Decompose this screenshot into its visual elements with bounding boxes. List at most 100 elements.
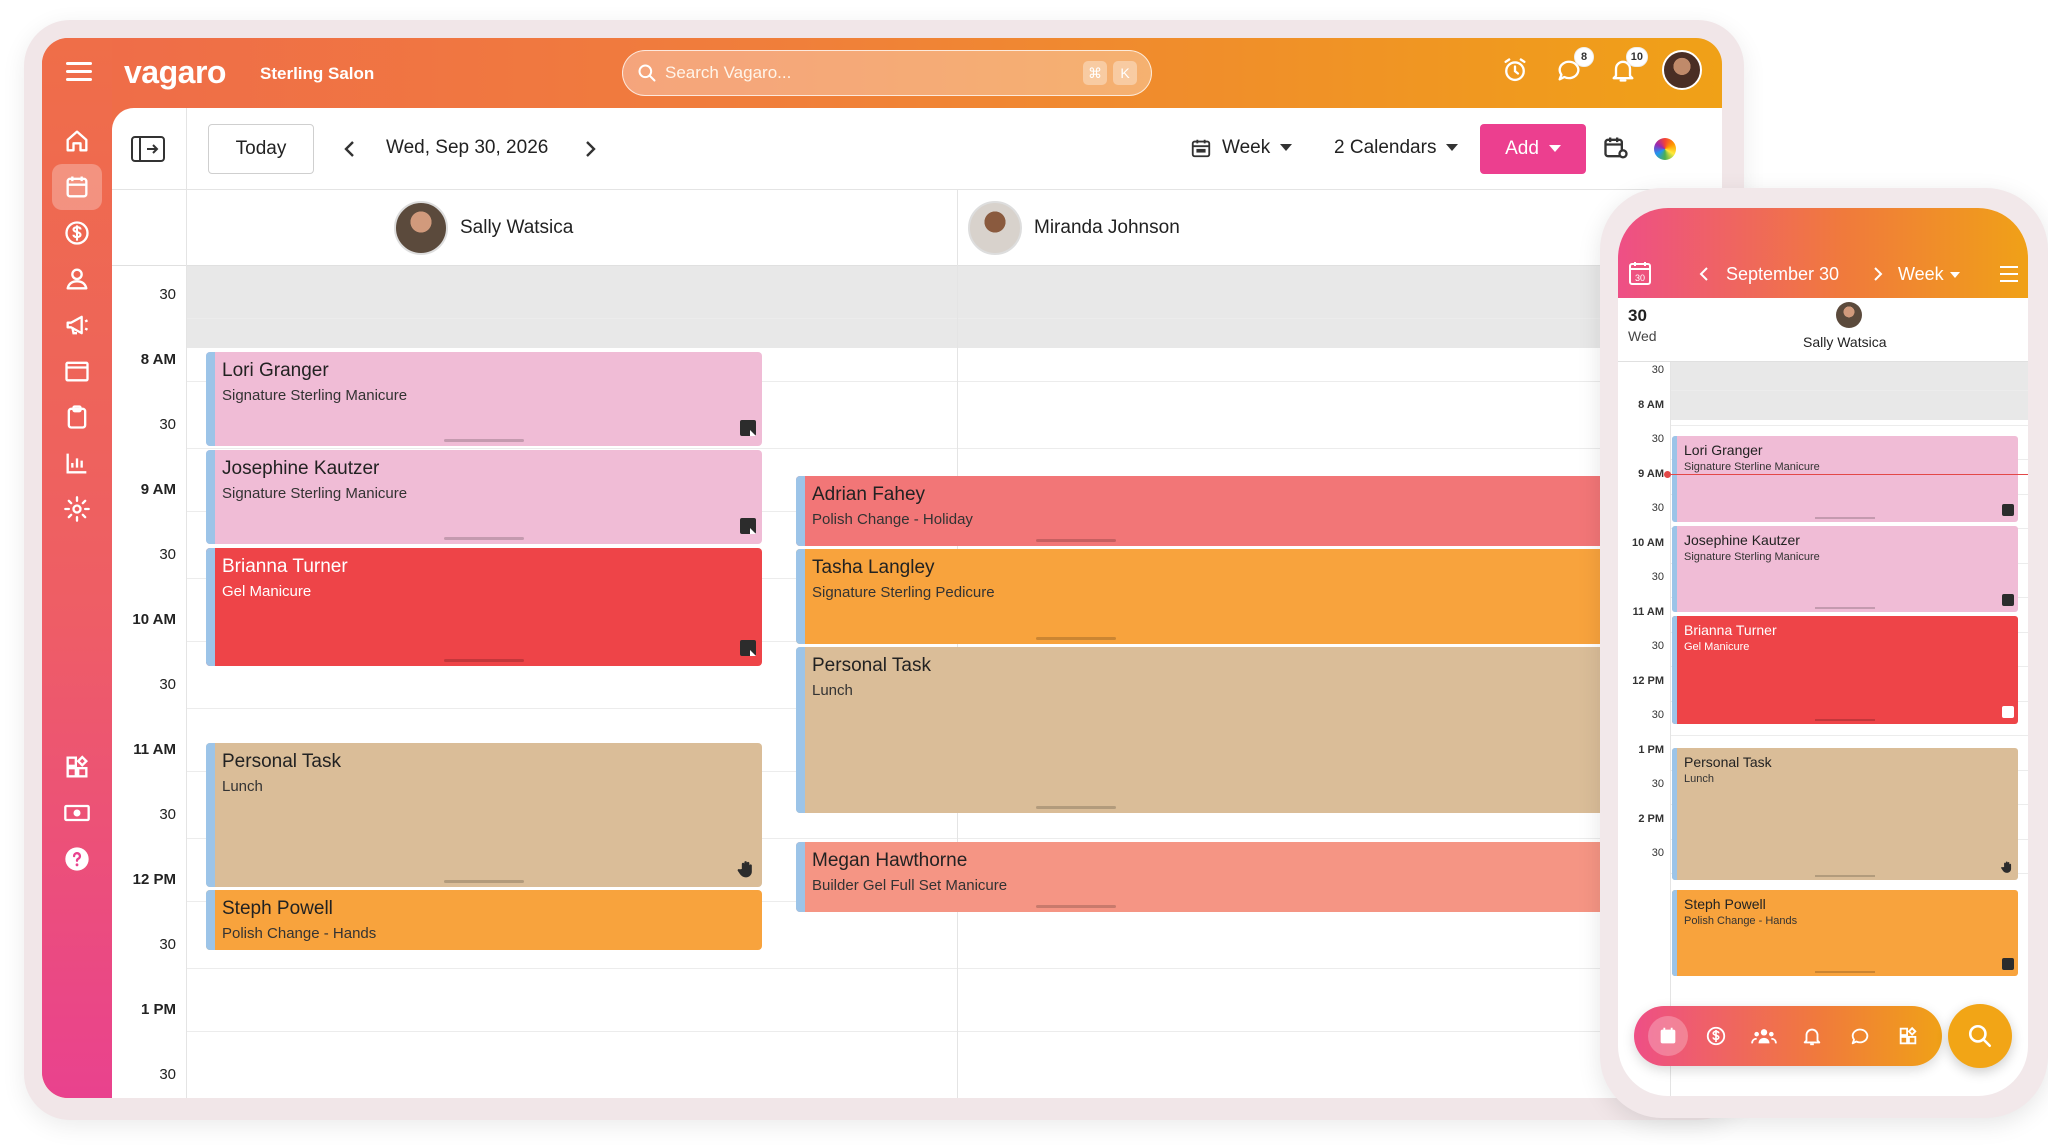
service-name: Signature Sterling Manicure [222,387,408,404]
notifications-button[interactable]: 10 [1608,47,1648,85]
apps-icon[interactable] [1888,1016,1928,1056]
phone-staff-avatar[interactable] [1836,302,1862,328]
resize-handle[interactable] [1036,637,1116,640]
phone-view-dropdown[interactable]: Week [1898,264,1960,285]
chevron-right-icon [586,141,596,157]
resize-handle[interactable] [1036,905,1116,908]
chart-icon[interactable] [52,440,102,486]
apps-icon[interactable] [52,744,102,790]
calendar-icon[interactable]: 30 [1628,260,1652,286]
gear-icon[interactable] [52,486,102,532]
note-icon [740,420,756,436]
resize-handle[interactable] [1815,607,1875,609]
clipboard-icon[interactable] [52,394,102,440]
appointment-card[interactable]: Personal Task Lunch [796,647,1722,813]
chevron-right-icon [1874,267,1883,281]
client-name: Personal Task [222,751,341,772]
calendar-grid: 30 8 AM 30 9 AM 30 10 AM 30 11 AM 30 12 PM 30 1 PM 3… [112,190,1722,1098]
phone-date-label[interactable]: September 30 [1726,264,1839,285]
chevron-left-icon [344,141,354,157]
resize-handle[interactable] [1036,539,1116,542]
appointment-card[interactable]: Lori Granger Signature Sterling Manicure [206,352,762,446]
appointment-card[interactable]: Lori Granger Signature Sterline Manicure [1672,436,2018,522]
appointment-card[interactable]: Steph Powell Polish Change - Hands [206,890,762,950]
calendar-icon[interactable] [1648,1016,1688,1056]
staff-avatar [968,201,1022,255]
cash-icon[interactable] [52,790,102,836]
appointment-card[interactable]: Tasha Langley Signature Sterling Pedicur… [796,549,1722,644]
appointment-card[interactable]: Steph Powell Polish Change - Hands [1672,890,2018,976]
resize-handle[interactable] [444,537,524,540]
service-name: Signature Sterling Manicure [222,485,408,502]
home-icon[interactable] [52,118,102,164]
help-icon[interactable] [52,836,102,882]
caret-down-icon [1280,144,1293,151]
service-name: Polish Change - Hands [222,925,377,942]
phone-next-button[interactable] [1868,262,1888,286]
appointment-card[interactable]: Josephine Kautzer Signature Sterling Man… [206,450,762,544]
panel-toggle-icon[interactable] [130,134,166,164]
next-date-button[interactable] [578,134,602,164]
search-bar[interactable]: ⌘ K [622,50,1152,96]
staff-name: Miranda Johnson [1034,217,1180,238]
client-name: Brianna Turner [1684,622,1777,638]
resize-handle[interactable] [1815,971,1875,973]
view-dropdown[interactable]: Week [1190,137,1293,159]
resize-handle[interactable] [1036,806,1116,809]
appointment-card[interactable]: Megan Hawthorne Builder Gel Full Set Man… [796,842,1722,912]
search-input[interactable] [665,63,1077,83]
time-label: 30 [1651,847,1664,859]
calendar-toolbar: Today Wed, Sep 30, 2026 Week 2 Calendars… [112,108,1722,190]
phone-bottom-dock [1634,1006,1942,1066]
appointment-card[interactable]: Josephine Kautzer Signature Sterling Man… [1672,526,2018,612]
phone-menu-icon[interactable] [2000,266,2018,282]
color-wheel-icon[interactable] [1654,138,1676,160]
current-date[interactable]: Wed, Sep 30, 2026 [386,137,548,159]
resize-handle[interactable] [1815,719,1875,721]
time-label: 11 AM [1632,605,1664,618]
appointment-card[interactable]: Personal Task Lunch [1672,748,2018,880]
appointment-card[interactable]: Brianna Turner Gel Manicure [206,548,762,666]
today-button[interactable]: Today [208,124,314,174]
people-icon[interactable] [1744,1016,1784,1056]
current-time-indicator [1664,471,2028,478]
phone-prev-button[interactable] [1694,262,1714,286]
hamburger-menu-icon[interactable] [66,62,92,82]
client-name: Steph Powell [222,898,333,919]
phone-search-button[interactable] [1948,1004,2012,1068]
megaphone-icon[interactable] [52,302,102,348]
resize-handle[interactable] [1815,875,1875,877]
resize-handle[interactable] [1815,517,1875,519]
alarm-clock-icon[interactable] [1500,55,1530,85]
phone-nav-bar: 30 September 30 Week [1618,254,2028,294]
appointment-card[interactable]: Adrian Fahey Polish Change - Holiday [796,476,1722,546]
time-label: 11 AM [133,741,176,758]
phone-staff-name[interactable]: Sally Watsica [1803,334,1887,350]
calendar-settings-icon[interactable] [1602,134,1632,164]
dollar-icon[interactable] [1696,1016,1736,1056]
grid-line [186,448,1722,449]
appointment-card[interactable]: Personal Task Lunch [206,743,762,887]
calendar-icon[interactable] [52,164,102,210]
prev-date-button[interactable] [338,134,362,164]
user-avatar[interactable] [1662,50,1702,90]
resize-handle[interactable] [444,439,524,442]
resize-handle[interactable] [444,880,524,883]
client-name: Lori Granger [222,360,329,381]
bell-icon[interactable] [1792,1016,1832,1056]
user-icon[interactable] [52,256,102,302]
dollar-icon[interactable] [52,210,102,256]
messages-button[interactable]: 8 [1554,47,1594,85]
calendars-dropdown[interactable]: 2 Calendars [1334,137,1459,159]
salon-name[interactable]: Sterling Salon [260,64,374,84]
window-icon[interactable] [52,348,102,394]
client-name: Josephine Kautzer [222,458,380,479]
staff-column-header[interactable]: Sally Watsica [394,201,573,255]
chat-icon[interactable] [1840,1016,1880,1056]
resize-handle[interactable] [444,659,524,662]
note-icon [740,640,756,656]
vagaro-logo[interactable]: vagaro [124,54,226,91]
add-button[interactable]: Add [1480,124,1586,174]
appointment-card[interactable]: Brianna Turner Gel Manicure [1672,616,2018,724]
staff-column-header[interactable]: Miranda Johnson [968,201,1180,255]
